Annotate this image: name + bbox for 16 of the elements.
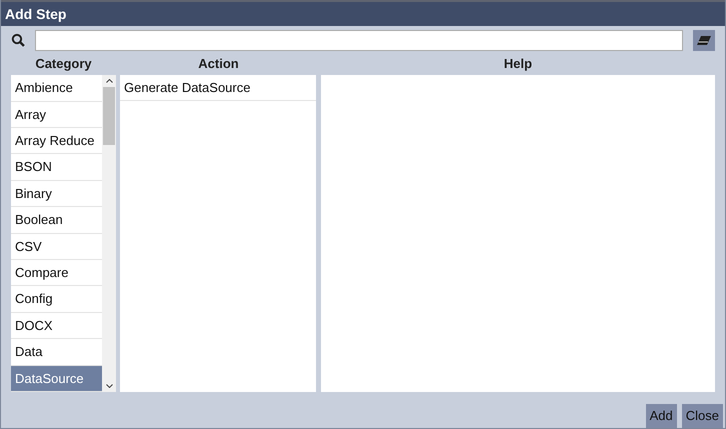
scrollbar-thumb[interactable] bbox=[103, 87, 115, 146]
search-field[interactable] bbox=[34, 30, 684, 51]
scroll-up-icon bbox=[106, 79, 112, 84]
action-item[interactable]: Generate DataSource bbox=[120, 75, 316, 102]
eraser-icon bbox=[697, 36, 712, 45]
column-header: Help bbox=[502, 54, 534, 73]
window-title: Add Step bbox=[5, 4, 66, 24]
dialog-button[interactable]: Close bbox=[682, 404, 723, 428]
clear-button[interactable] bbox=[693, 30, 716, 51]
column-header: Action bbox=[197, 54, 240, 73]
column-header: Category bbox=[34, 54, 93, 73]
scrollbar[interactable] bbox=[102, 75, 116, 392]
search-icon bbox=[11, 33, 25, 48]
scroll-down-icon bbox=[106, 384, 112, 388]
category-item[interactable]: DataSource bbox=[11, 366, 102, 392]
dialog-button[interactable]: Add bbox=[646, 404, 677, 428]
